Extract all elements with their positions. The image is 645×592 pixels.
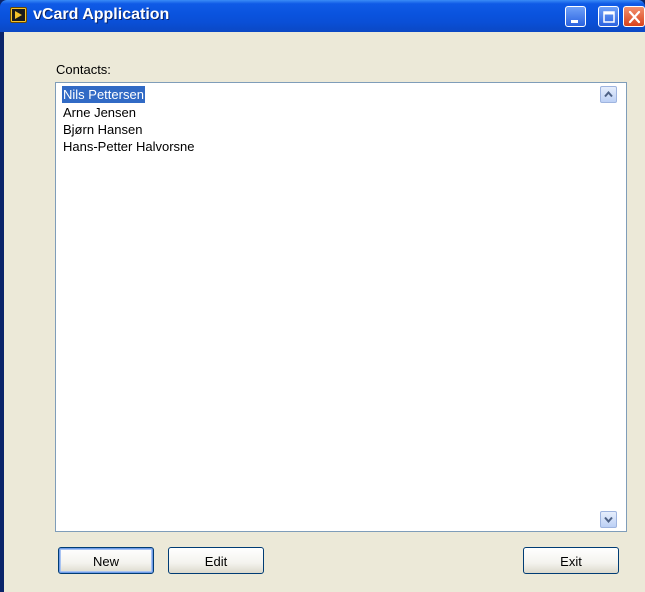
- scroll-up-button[interactable]: [600, 86, 617, 103]
- list-item[interactable]: Bjørn Hansen: [62, 121, 196, 138]
- close-button[interactable]: [623, 6, 645, 27]
- title-bar[interactable]: vCard Application: [0, 0, 645, 32]
- client-area: Contacts: Nils Pettersen Arne Jensen Bjø…: [4, 32, 645, 592]
- labview-icon[interactable]: [10, 7, 27, 23]
- list-item[interactable]: Hans-Petter Halvorsne: [62, 138, 196, 155]
- minimize-button[interactable]: [565, 6, 586, 27]
- list-item-label[interactable]: Nils Pettersen: [62, 86, 145, 103]
- app-window: vCard Application Contacts: Nils Petters…: [0, 0, 645, 592]
- scroll-down-arrow-icon: [604, 516, 613, 523]
- list-item[interactable]: Arne Jensen: [62, 104, 196, 121]
- exit-button[interactable]: Exit: [523, 547, 619, 574]
- contacts-label: Contacts:: [56, 62, 111, 77]
- scroll-up-arrow-icon: [604, 91, 613, 98]
- scroll-down-button[interactable]: [600, 511, 617, 528]
- list-item[interactable]: Nils Pettersen: [62, 86, 196, 104]
- maximize-icon: [603, 11, 615, 23]
- contacts-listbox[interactable]: Nils Pettersen Arne Jensen Bjørn Hansen …: [55, 82, 627, 532]
- window-title: vCard Application: [33, 6, 170, 23]
- minimize-icon: [571, 20, 578, 23]
- maximize-button[interactable]: [598, 6, 619, 27]
- edit-button[interactable]: Edit: [168, 547, 264, 574]
- new-button[interactable]: New: [58, 547, 154, 574]
- close-icon: [628, 10, 641, 24]
- contacts-list: Nils Pettersen Arne Jensen Bjørn Hansen …: [62, 86, 196, 155]
